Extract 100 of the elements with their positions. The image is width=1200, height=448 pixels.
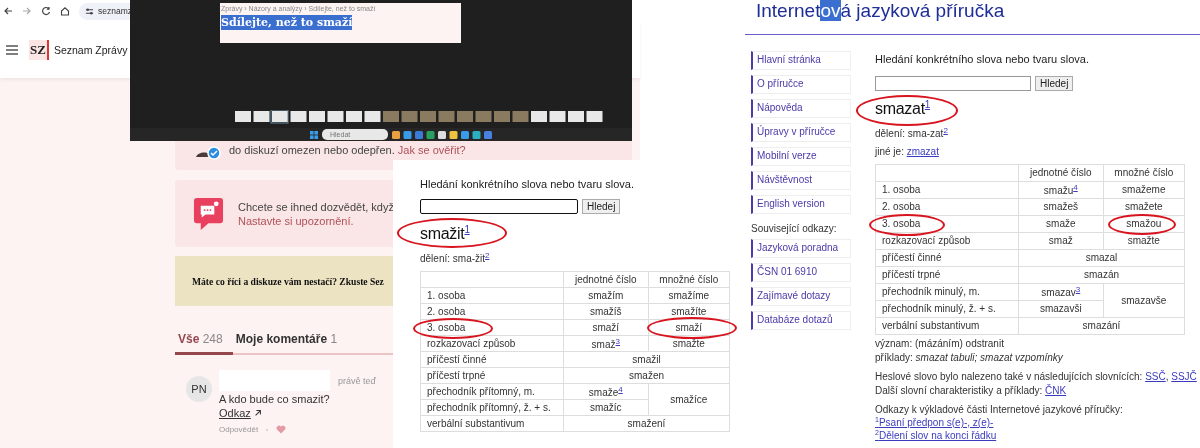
notifications-link[interactable]: Nastavte si upozornění.: [238, 214, 354, 227]
search-field[interactable]: [420, 199, 578, 214]
sidebar-item[interactable]: Databáze dotazů: [751, 311, 851, 330]
table-cell: smažíce: [648, 383, 730, 416]
footnote-link[interactable]: 3: [1075, 285, 1081, 294]
table-cell: smažu$^{4}$: [1018, 181, 1104, 199]
row-label: přechodník přítomný, ž. + s.: [420, 399, 564, 416]
footnote-link[interactable]: 1: [464, 224, 470, 235]
table-cell: smažil: [563, 351, 730, 368]
row-label: 1. osoba: [875, 181, 1019, 199]
meaning-text: význam: (mázáním) odstranit: [875, 337, 1005, 349]
article-title: Sdílejte, než to smaží: [221, 15, 353, 30]
footnote-link[interactable]: 2: [485, 251, 490, 261]
footnote-link[interactable]: 1: [924, 99, 931, 110]
syllable-division: dělení: sma-zat: [875, 128, 944, 140]
row-label: verbální substantivum: [875, 317, 1019, 335]
reload-icon[interactable]: [41, 6, 51, 16]
circle-annotation: [1108, 214, 1176, 235]
table-cell: smažíte: [648, 303, 730, 320]
site-settings-icon[interactable]: [85, 6, 94, 16]
search-button[interactable]: Hledej: [1035, 76, 1074, 91]
promo-text: Máte co říci a diskuze vám nestačí? Zkuste Sez: [192, 275, 384, 287]
table-cell: smažím: [563, 287, 649, 304]
footnote-link[interactable]: 3: [615, 336, 620, 346]
row-label: verbální substantivum: [420, 415, 564, 432]
external-link-icon: [253, 409, 262, 417]
table-cell: smaží: [648, 319, 730, 336]
table-cell: smazavše: [1103, 283, 1185, 318]
table-cell: smaž$^{3}$: [563, 335, 649, 352]
table-cell: smaže$^{4}$: [563, 383, 649, 400]
home-icon[interactable]: [60, 6, 70, 16]
variant-link[interactable]: zmazat: [906, 145, 939, 157]
sidebar-item[interactable]: ČSN 01 6910: [751, 263, 851, 282]
sidebar-item[interactable]: Nápověda: [751, 99, 851, 118]
menu-icon[interactable]: [6, 45, 18, 55]
notification-question: Chcete se ihned dozvědět, když: [238, 200, 394, 213]
sidebar-item[interactable]: Návštěvnost: [751, 171, 851, 190]
table-cell: smažíš: [563, 303, 649, 320]
table-cell: smazal: [1018, 249, 1185, 267]
address-bar[interactable]: seznamz: [79, 2, 132, 20]
variant-label: jiné je:: [875, 145, 904, 157]
row-label: přechodník minulý, m.: [875, 283, 1019, 301]
comment-text: A kdo bude co smazit?: [219, 393, 331, 405]
row-label: 2. osoba: [875, 198, 1019, 216]
table-cell: smažení: [563, 415, 730, 432]
search-label: Hledání konkrétního slova nebo tvaru slova.: [875, 53, 1091, 65]
reference-link[interactable]: $^{1}$Psaní předpon s(e)-, z(e)-: [875, 415, 1197, 428]
row-label: rozkazovací způsob: [875, 232, 1019, 250]
corpus-link[interactable]: ČNK: [1045, 384, 1067, 396]
table-cell: smaž: [1018, 232, 1104, 250]
table-cell: smažete: [1103, 198, 1185, 216]
sidebar-item[interactable]: Zajímavé dotazy: [751, 287, 851, 306]
dictionary-link[interactable]: SSJČ: [1171, 370, 1197, 382]
verified-user-icon: [195, 146, 221, 160]
row-label: příčestí trpné: [875, 266, 1019, 284]
row-label: 1. osoba: [420, 287, 564, 304]
sidebar-item[interactable]: Hlavní stránka: [751, 51, 851, 70]
row-label: přechodník minulý, ž. + s.: [875, 300, 1019, 318]
dictionary-link[interactable]: SSČ: [1145, 370, 1166, 382]
sidebar-item[interactable]: Jazyková poradna: [751, 239, 851, 258]
found-text: Heslové slovo bylo nalezeno také v následujících slovnících:: [875, 370, 1143, 382]
search-button[interactable]: Hledej: [582, 199, 621, 214]
column-header: množné číslo: [1103, 164, 1185, 182]
separator: ,: [1165, 370, 1169, 382]
chat-bubble-icon: [193, 196, 224, 231]
row-label: přechodník přítomný, m.: [420, 383, 564, 400]
table-cell: smaží: [563, 319, 649, 336]
table-cell: smaže: [1018, 215, 1104, 233]
references-label: Odkazy k výkladové části Internetové jazykové příručky:: [875, 403, 1124, 415]
sidebar-item[interactable]: Úpravy v příručce: [751, 123, 851, 142]
row-label: rozkazovací způsob: [420, 335, 564, 352]
reference-link[interactable]: $^{2}$Dělení slov na konci řádku: [875, 429, 1197, 442]
headword: smazat: [875, 100, 925, 118]
comments-tab[interactable]: Vše 248: [175, 332, 233, 355]
related-label: Související odkazy:: [751, 223, 838, 234]
footnote-link[interactable]: 2: [943, 126, 948, 136]
more-text: Další slovní charakteristiky a příklady:: [875, 384, 1043, 396]
syllable-division: dělení: sma-žit: [420, 253, 486, 265]
sidebar-item[interactable]: English version: [751, 195, 851, 214]
column-header: jednotné číslo: [1018, 164, 1104, 182]
headword: smažit: [420, 225, 465, 243]
examples-text: příklady: smazat tabuli; smazat vzpomínky: [875, 351, 1064, 363]
table-cell: smažen: [563, 367, 730, 384]
table-cell: smazán: [1018, 266, 1185, 284]
comments-tab[interactable]: Moje komentáře 1: [232, 332, 348, 355]
windows-start-icon[interactable]: [310, 130, 318, 139]
footnote-link[interactable]: 4: [618, 385, 623, 394]
site-logo[interactable]: SZ: [29, 40, 49, 60]
table-cell: smažeš: [1018, 198, 1104, 216]
comment-link[interactable]: Odkaz: [219, 407, 262, 419]
footnote-link[interactable]: 4: [1073, 183, 1078, 192]
verify-link[interactable]: Jak se ověřit?: [397, 144, 466, 156]
table-cell: smazání: [1018, 317, 1185, 335]
sidebar-item[interactable]: Mobilní verze: [751, 147, 851, 166]
sidebar-item[interactable]: O příručce: [751, 75, 851, 94]
row-label: příčestí činné: [420, 351, 564, 368]
back-icon[interactable]: [3, 6, 13, 16]
row-label: 3. osoba: [875, 215, 1019, 233]
table-cell: smazav$^{3}$: [1018, 283, 1104, 301]
search-field[interactable]: [875, 76, 1031, 91]
